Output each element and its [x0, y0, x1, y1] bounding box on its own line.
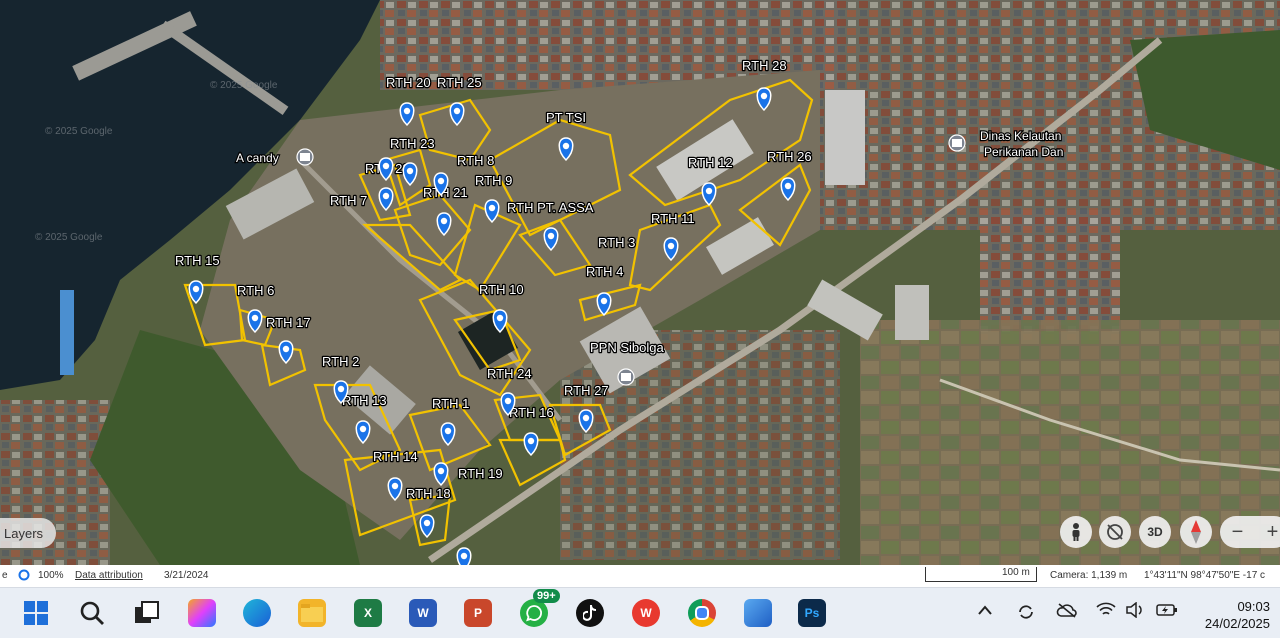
photoshop-icon[interactable]: Ps	[798, 599, 826, 627]
rth-label: RTH 3	[598, 235, 635, 250]
whatsapp-badge: 99+	[533, 589, 560, 603]
chrome-icon[interactable]	[688, 599, 716, 627]
word-icon[interactable]: W	[409, 599, 437, 627]
sync-icon[interactable]	[1016, 602, 1036, 627]
system-clock[interactable]: 09:03 24/02/2025	[1205, 598, 1270, 632]
building-icon	[621, 373, 631, 381]
rth-label: RTH 19	[458, 466, 503, 481]
layers-button[interactable]: Layers	[0, 518, 56, 548]
satellite-map-view[interactable]: © 2025 Google © 2025 Google © 2025 Googl…	[0, 0, 1280, 565]
zoom-control[interactable]: − +	[1220, 516, 1280, 548]
rth-label: RTH 2	[322, 354, 359, 369]
rth-label: RTH 13	[342, 393, 387, 408]
rth-label: PT TSI	[546, 110, 586, 125]
building-icon	[952, 139, 962, 147]
rth-label: RTH 1	[432, 396, 469, 411]
map-watermark: © 2025 Google	[35, 232, 103, 243]
rth-label: RTH 15	[175, 253, 220, 268]
rth-label: RTH 23	[390, 136, 435, 151]
tiktok-icon[interactable]	[576, 599, 604, 627]
rth-label: RTH 14	[373, 449, 418, 464]
file-explorer-icon[interactable]	[298, 599, 326, 627]
poi-a-candy[interactable]: A candy	[235, 148, 314, 166]
edge-browser-icon[interactable]	[243, 599, 271, 627]
3d-label: 3D	[1147, 525, 1163, 539]
poi-label: A candy	[236, 151, 279, 165]
reset-tilt-icon[interactable]	[1099, 516, 1131, 548]
compass-icon[interactable]	[1180, 516, 1212, 548]
cursor-coordinates: 1°43'11"N 98°47'50"E -17 c	[1144, 570, 1266, 581]
rth-label: RTH 18	[406, 486, 451, 501]
rth-label: RTH 6	[237, 283, 274, 298]
map-watermark: © 2025 Google	[210, 80, 278, 91]
layers-label: Layers	[4, 525, 44, 541]
speaker-icon[interactable]	[1126, 601, 1146, 623]
wifi-icon[interactable]	[1096, 602, 1116, 623]
rth-label: RTH PT. ASSA	[507, 200, 594, 215]
rth-label: RTH 28	[742, 58, 787, 73]
loading-ring-icon	[18, 569, 30, 584]
poi-ppn-icon[interactable]	[617, 368, 635, 386]
battery-charging-icon[interactable]	[1156, 602, 1178, 623]
rth-label: RTH 17	[266, 315, 311, 330]
zoom-in-button[interactable]: +	[1267, 521, 1279, 544]
whatsapp-icon[interactable]: 99+	[520, 589, 560, 627]
clock-time: 09:03	[1237, 599, 1270, 614]
rth-label: RTH 8	[457, 153, 494, 168]
status-fragment: e	[2, 570, 8, 581]
rth-label: RTH 11	[651, 211, 695, 226]
rth-label: RTH 16	[509, 405, 554, 420]
excel-icon[interactable]: X	[354, 599, 382, 627]
poi-label: Perikanan Dan	[984, 145, 1063, 159]
zoom-percent: 100%	[38, 570, 64, 581]
rth-label: RTH 20	[386, 75, 431, 90]
windows-start-icon[interactable]	[22, 599, 50, 627]
rth-label: RTH 24	[487, 366, 532, 381]
wps-office-icon[interactable]: W	[632, 599, 660, 627]
street-view-person-icon[interactable]	[1060, 516, 1092, 548]
rth-label: RTH 7	[330, 193, 367, 208]
status-bar: e 100% Data attribution 3/21/2024 100 m …	[0, 565, 1280, 587]
chevron-up-icon[interactable]	[978, 602, 992, 620]
scale-label: 100 m	[1002, 567, 1030, 578]
placemark-pin-icon	[456, 547, 472, 565]
rth-label: RTH 10	[479, 282, 524, 297]
rth-label: RTH 25	[437, 75, 482, 90]
onedrive-off-icon[interactable]	[1056, 602, 1078, 623]
search-icon[interactable]	[78, 599, 106, 627]
poi-label: Dinas Kelautan	[980, 129, 1061, 143]
task-view-icon[interactable]	[133, 599, 161, 627]
copilot-icon[interactable]	[188, 599, 216, 627]
photos-icon[interactable]	[744, 599, 772, 627]
rth-label: RTH 9	[475, 173, 512, 188]
map-watermark: © 2025 Google	[45, 126, 113, 137]
powerpoint-icon[interactable]: P	[464, 599, 492, 627]
toggle-3d-button[interactable]: 3D	[1139, 516, 1171, 548]
poi-label-ppn: PPN Sibolga	[590, 340, 664, 355]
zoom-out-button[interactable]: −	[1232, 521, 1244, 544]
camera-altitude: Camera: 1,139 m	[1050, 570, 1128, 581]
windows-taskbar: X W P 99+ W Ps 09:03 24/02/2025	[0, 587, 1280, 638]
rth-label: RTH 27	[564, 383, 609, 398]
data-attribution-link[interactable]: Data attribution	[75, 570, 143, 581]
rth-label: RTH 12	[688, 155, 733, 170]
clock-date: 24/02/2025	[1204, 616, 1270, 631]
building-icon	[300, 153, 310, 161]
rth-label: RTH 4	[586, 264, 623, 279]
rth-label: RTH 26	[767, 149, 812, 164]
imagery-date: 3/21/2024	[164, 570, 209, 581]
